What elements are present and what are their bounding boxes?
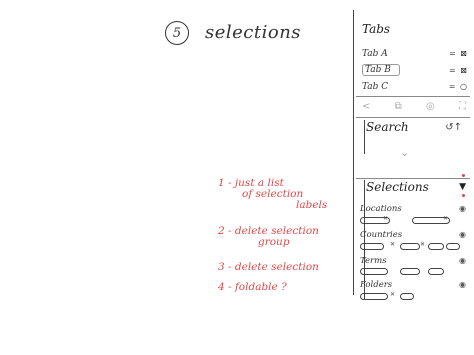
tab-item-a[interactable]: Tab A = ⊠ (360, 48, 468, 62)
selection-pill[interactable]: ✕ (412, 215, 450, 224)
note-text-line2: group (258, 236, 290, 248)
note-1: 1 - just a list of selection labels (218, 178, 327, 211)
note-number: 3 (218, 261, 225, 273)
tab-item-b[interactable]: Tab B = ⊠ (360, 64, 468, 79)
note-number: 2 (218, 225, 225, 237)
chevron-down-icon[interactable]: ⌄ (400, 146, 409, 159)
page-title: selections (205, 22, 302, 43)
annotation-dot (462, 194, 465, 197)
note-text: - foldable ? (228, 281, 287, 293)
tabs-title: Tabs (362, 22, 391, 36)
tab-label: Tab B (362, 64, 400, 76)
search-title: Search (366, 120, 409, 134)
selection-pill[interactable] (360, 243, 384, 250)
tab-controls[interactable]: = ○ (449, 82, 468, 91)
note-2: 2 - delete selection group (218, 226, 319, 248)
side-panel: Tabs Tab A = ⊠ Tab B = ⊠ Tab C = ○ < ⧉ ◎… (356, 14, 470, 300)
panel-divider (353, 10, 355, 295)
selection-pill[interactable] (400, 268, 420, 275)
note-3: 3 - delete selection (218, 262, 319, 273)
note-number: 4 (218, 281, 225, 293)
tab-controls[interactable]: = ⊠ (449, 66, 468, 75)
expand-icon[interactable]: ⛶ (459, 101, 466, 113)
selection-pill[interactable] (400, 243, 420, 250)
group-label-countries: Countries (360, 230, 403, 240)
share-icon[interactable]: < (362, 101, 370, 113)
group-label-terms: Terms (360, 256, 387, 266)
tab-item-c[interactable]: Tab C = ○ (360, 81, 468, 95)
page-number: 5 (165, 21, 189, 45)
selection-pill[interactable] (428, 243, 444, 250)
refresh-icon[interactable]: ↺↑ (445, 122, 462, 133)
tab-label: Tab C (362, 82, 389, 92)
group-label-locations: Locations (360, 204, 402, 214)
annotation-notes: 1 - just a list of selection labels 2 - … (218, 178, 358, 293)
remove-icon[interactable]: ✕ (390, 241, 395, 248)
copy-icon[interactable]: ⧉ (395, 101, 402, 113)
selections-title: Selections (366, 180, 429, 194)
selection-pill[interactable] (360, 268, 388, 275)
page-heading: 5 selections (165, 18, 345, 58)
selection-pill[interactable]: ✕ (360, 215, 390, 224)
tabs-toolbar: < ⧉ ◎ ⛶ (362, 101, 466, 113)
tabs-divider (356, 96, 470, 97)
eye-icon[interactable]: ◉ (459, 256, 466, 265)
eye-icon[interactable]: ◉ (459, 280, 466, 289)
tab-label: Tab A (362, 49, 388, 59)
search-divider (356, 178, 470, 179)
tab-controls[interactable]: = ⊠ (449, 49, 468, 58)
note-number: 1 (218, 177, 225, 189)
remove-icon[interactable]: ✕ (420, 241, 425, 248)
selection-pill[interactable] (428, 268, 444, 275)
target-icon[interactable]: ◎ (426, 101, 435, 113)
eye-icon[interactable]: ◉ (459, 204, 466, 213)
remove-icon[interactable]: ✕ (390, 291, 395, 298)
annotation-dot (462, 174, 465, 177)
group-label-folders: Folders (360, 280, 393, 290)
note-4: 4 - foldable ? (218, 282, 287, 293)
eye-icon[interactable]: ◉ (459, 230, 466, 239)
selection-pill[interactable] (446, 243, 460, 250)
note-text-line3: labels (296, 199, 328, 211)
toolbar-divider (356, 117, 470, 118)
filter-icon[interactable]: ▼ (459, 182, 466, 192)
selection-pill[interactable] (360, 293, 388, 300)
selection-pill[interactable] (400, 293, 414, 300)
note-text: - delete selection (228, 261, 319, 273)
